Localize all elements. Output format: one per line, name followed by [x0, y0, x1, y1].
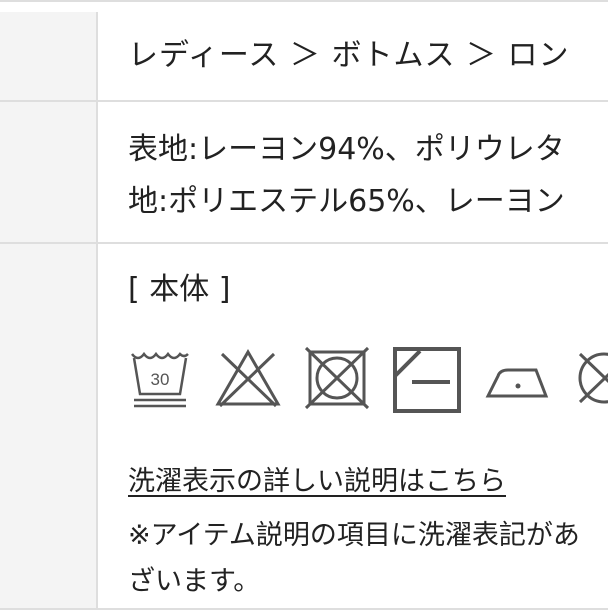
care-symbols: 30 — [128, 346, 608, 416]
category-breadcrumb: レディース ＞ ボトムス ＞ ロン — [128, 38, 570, 73]
low-iron-icon — [485, 368, 549, 398]
care-value-cell: [ 本体 ] 30 洗濯表示の詳しい説明はこちら ※アイテム説明の項目に洗濯表記… — [100, 244, 608, 608]
dry-flat-shade-icon — [393, 347, 461, 413]
care-detail-link[interactable]: 洗濯表示の詳しい説明はこちら — [128, 464, 506, 500]
care-note-line-2: ざいます。 — [128, 566, 261, 597]
material-header-cell — [0, 102, 98, 242]
care-row: [ 本体 ] 30 洗濯表示の詳しい説明はこちら ※アイテム説明の項目に洗濯表記… — [0, 244, 608, 610]
material-line-1: 表地:レーヨン94%、ポリウレタ — [128, 132, 565, 167]
wash-30-icon: 30 — [131, 351, 189, 408]
no-tumble-dry-icon — [304, 346, 370, 410]
care-header-cell — [0, 244, 98, 608]
product-detail-table: レディース ＞ ボトムス ＞ ロン 表地:レーヨン94%、ポリウレタ 地:ポリエ… — [0, 0, 608, 610]
category-header-cell — [0, 12, 98, 100]
category-row: レディース ＞ ボトムス ＞ ロン — [0, 12, 608, 102]
material-row: 表地:レーヨン94%、ポリウレタ 地:ポリエステル65%、レーヨン — [0, 102, 608, 244]
material-value-cell: 表地:レーヨン94%、ポリウレタ 地:ポリエステル65%、レーヨン — [100, 102, 608, 242]
wash-temp-label: 30 — [151, 370, 170, 389]
no-dry-clean-icon — [578, 352, 608, 404]
care-note-line-1: ※アイテム説明の項目に洗濯表記があ — [128, 520, 580, 551]
body-section-label: [ 本体 ] — [128, 272, 231, 307]
no-bleach-icon — [215, 348, 281, 408]
material-line-2: 地:ポリエステル65%、レーヨン — [128, 184, 565, 219]
category-value-cell: レディース ＞ ボトムス ＞ ロン — [100, 12, 608, 100]
